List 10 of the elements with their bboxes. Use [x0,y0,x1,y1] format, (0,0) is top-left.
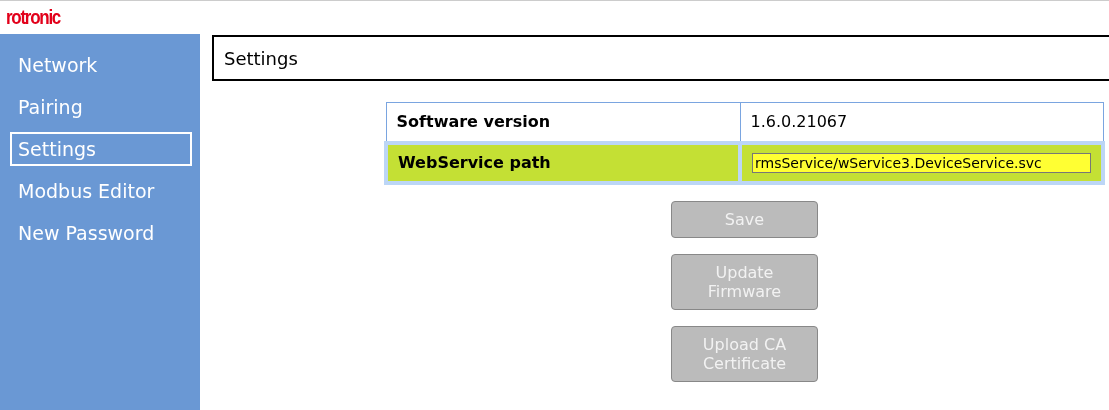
version-text: 1.6.0.21067 [750,112,848,132]
nav-item[interactable]: New Password [10,216,192,250]
logo: rotronic [6,6,61,29]
nav-item[interactable]: Modbus Editor [10,174,192,208]
page-title: Settings [212,35,1109,81]
path-field[interactable]: rmsService/wService3.DeviceService.svc [752,152,1091,173]
table-cell: WebService path [386,142,740,183]
nav-item[interactable]: Settings [10,132,192,166]
nav-item[interactable]: Network [10,48,192,82]
nav-item[interactable]: Pairing [10,90,192,124]
